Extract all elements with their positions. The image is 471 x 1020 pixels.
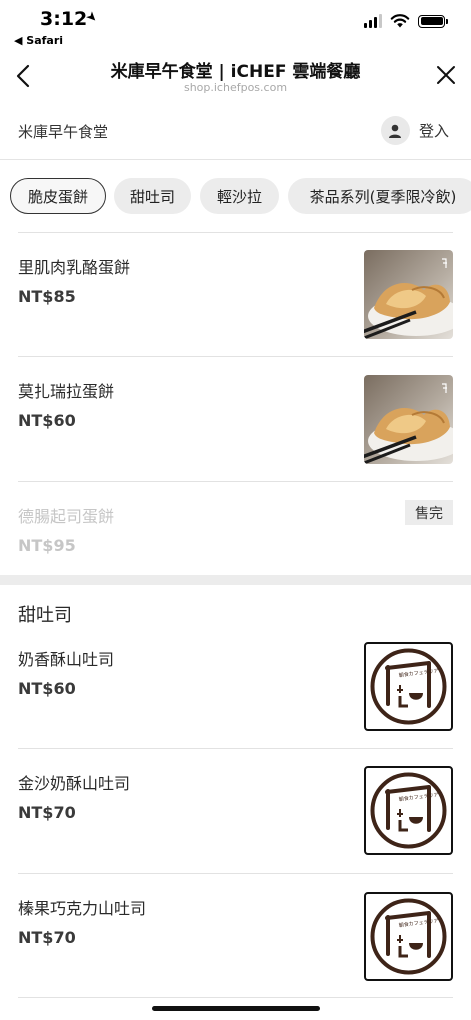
divider <box>18 232 453 233</box>
item-price: NT$70 <box>18 803 76 822</box>
nav-bar: 米庫早午食堂 | iCHEF 雲端餐廳 shop.ichefpos.com <box>0 50 471 104</box>
item-price: NT$60 <box>18 679 76 698</box>
cellular-signal-icon <box>364 14 382 28</box>
tab-light-salad[interactable]: 輕沙拉 <box>200 178 279 214</box>
item-price: NT$60 <box>18 411 76 430</box>
item-name: 金沙奶酥山吐司 <box>18 774 131 793</box>
shop-name: 米庫早午食堂 <box>18 123 109 141</box>
item-name: 奶香酥山吐司 <box>18 650 115 669</box>
sold-out-badge: 售完 <box>405 500 453 525</box>
back-to-safari-link[interactable]: ◀ Safari <box>14 34 63 47</box>
section-separator <box>0 575 471 585</box>
item-price: NT$85 <box>18 287 76 306</box>
wifi-icon <box>390 14 410 28</box>
tab-crispy-egg-crepe[interactable]: 脆皮蛋餅 <box>10 178 106 214</box>
divider <box>18 356 453 357</box>
tab-tea-series[interactable]: 茶品系列(夏季限冷飲) <box>288 178 471 214</box>
login-button[interactable]: 登入 <box>380 116 449 145</box>
category-tabs: 脆皮蛋餅 甜吐司 輕沙拉 茶品系列(夏季限冷飲) <box>0 160 471 232</box>
divider <box>18 873 453 874</box>
page-url: shop.ichefpos.com <box>183 81 288 94</box>
divider <box>18 997 453 998</box>
divider <box>18 748 453 749</box>
item-photo <box>364 375 453 464</box>
battery-icon <box>418 14 448 28</box>
home-indicator[interactable] <box>152 1006 320 1011</box>
item-photo <box>364 250 453 339</box>
shop-logo-image: 朝食カフェテリア <box>364 892 453 981</box>
user-avatar-icon <box>380 116 410 145</box>
item-name: 莫扎瑞拉蛋餅 <box>18 382 115 401</box>
tab-sweet-toast[interactable]: 甜吐司 <box>114 178 191 214</box>
item-price: NT$70 <box>18 928 76 947</box>
shop-header: 米庫早午食堂 登入 <box>0 104 471 160</box>
close-icon[interactable] <box>435 64 457 86</box>
item-price: NT$95 <box>18 536 76 555</box>
login-label: 登入 <box>418 122 449 140</box>
shop-logo-image: 朝食カフェテリア <box>364 766 453 855</box>
divider <box>18 481 453 482</box>
section-title: 甜吐司 <box>18 605 72 626</box>
status-bar: 3:12 ➤ ◀ Safari <box>0 0 471 50</box>
shop-logo-image: 朝食カフェテリア <box>364 642 453 731</box>
item-name: 德腸起司蛋餅 <box>18 507 115 526</box>
item-name: 里肌肉乳酪蛋餅 <box>18 258 131 277</box>
page-title: 米庫早午食堂 | iCHEF 雲端餐廳 <box>110 62 361 82</box>
status-time: 3:12 <box>40 8 88 30</box>
item-name: 榛果巧克力山吐司 <box>18 899 147 918</box>
